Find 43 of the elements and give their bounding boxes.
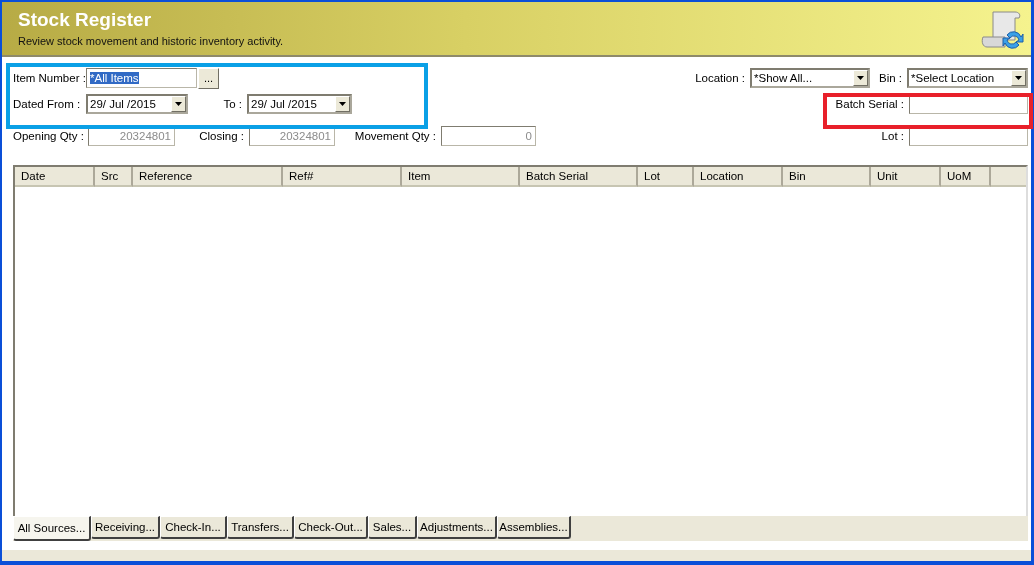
column-header[interactable]: Src bbox=[95, 167, 133, 187]
column-header[interactable]: Location bbox=[694, 167, 783, 187]
column-header[interactable]: Batch Serial bbox=[520, 167, 638, 187]
page-title: Stock Register bbox=[18, 9, 153, 31]
field-label: Lot : bbox=[880, 130, 905, 142]
scroll-icon bbox=[979, 9, 1025, 51]
column-header[interactable]: Unit bbox=[871, 167, 941, 187]
date-to-picker[interactable]: 29/ Jul /2015 bbox=[247, 94, 352, 114]
field-label: Closing : bbox=[198, 130, 245, 142]
column-header[interactable]: UoM bbox=[941, 167, 991, 187]
source-tab[interactable]: Sales... bbox=[368, 516, 417, 539]
source-tab[interactable]: Assemblies... bbox=[497, 516, 571, 539]
field-label: Dated From : bbox=[13, 98, 82, 110]
column-header bbox=[991, 167, 1026, 187]
location-dropdown[interactable]: *Show All... bbox=[750, 68, 870, 88]
bin-dropdown[interactable]: *Select Location bbox=[907, 68, 1028, 88]
source-tab[interactable]: Check-Out... bbox=[294, 516, 368, 539]
dropdown-arrow-icon bbox=[857, 76, 864, 80]
browse-button[interactable]: ... bbox=[198, 67, 219, 89]
column-header[interactable]: Reference bbox=[133, 167, 283, 187]
source-tab[interactable]: Check-In... bbox=[160, 516, 227, 539]
field-label: Item Number : bbox=[13, 72, 86, 84]
field-label: Bin : bbox=[878, 72, 903, 84]
column-header[interactable]: Bin bbox=[783, 167, 871, 187]
date-from-picker[interactable]: 29/ Jul /2015 bbox=[86, 94, 188, 114]
dropdown-arrow-icon bbox=[175, 102, 182, 106]
field-label: To : bbox=[222, 98, 243, 110]
field-label: Batch Serial : bbox=[834, 98, 905, 110]
source-tab[interactable]: All Sources... bbox=[13, 516, 91, 541]
column-header[interactable]: Date bbox=[15, 167, 95, 187]
column-header[interactable]: Lot bbox=[638, 167, 694, 187]
field-label: Opening Qty : bbox=[13, 130, 85, 142]
dropdown-arrow-icon bbox=[339, 102, 346, 106]
column-header[interactable]: Ref# bbox=[283, 167, 402, 187]
source-tab[interactable]: Transfers... bbox=[227, 516, 294, 539]
source-tab[interactable]: Receiving... bbox=[91, 516, 160, 539]
field-label: Location : bbox=[694, 72, 746, 84]
dropdown-arrow-icon bbox=[1015, 76, 1022, 80]
page-subtitle: Review stock movement and historic inventory activity. bbox=[18, 35, 284, 47]
source-tab[interactable]: Adjustments... bbox=[417, 516, 497, 539]
column-header[interactable]: Item bbox=[402, 167, 520, 187]
item-number-field[interactable]: *All Items bbox=[86, 68, 197, 88]
field-label: Movement Qty : bbox=[353, 130, 437, 142]
